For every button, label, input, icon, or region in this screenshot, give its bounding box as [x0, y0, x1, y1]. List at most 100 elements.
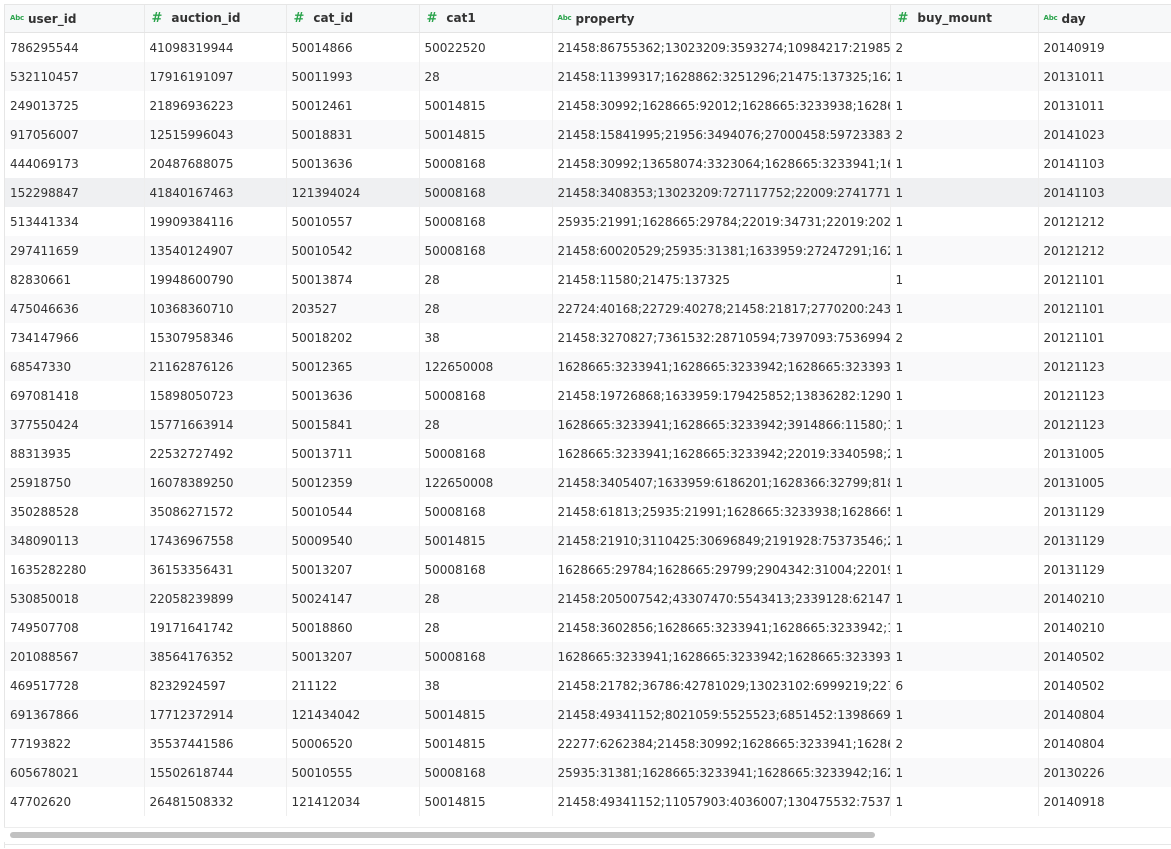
cell-property[interactable]: 21458:11580;21475:137325 [552, 265, 891, 294]
cell-cat-id[interactable]: 50012365 [286, 352, 420, 381]
table-row[interactable]: 88313935 22532727492 50013711 50008168 16286… [5, 439, 1171, 468]
cell-auction-id[interactable]: 15898050723 [144, 381, 287, 410]
cell-day[interactable]: 20140804 [1038, 700, 1171, 729]
cell-cat-id[interactable]: 50010542 [286, 236, 420, 265]
table-row[interactable]: 734147966 15307958346 50018202 38 21458:3270… [5, 323, 1171, 352]
cell-cat1[interactable]: 28 [419, 265, 553, 294]
cell-buy-mount[interactable]: 1 [890, 439, 1039, 468]
cell-user-id[interactable]: 786295544 [5, 32, 145, 62]
cell-user-id[interactable]: 749507708 [5, 613, 145, 642]
cell-day[interactable]: 20121123 [1038, 352, 1171, 381]
data-grid[interactable]: Abc user_id # auction_id # cat_id # cat1 Abc… [4, 4, 1171, 848]
cell-auction-id[interactable]: 41840167463 [144, 178, 287, 207]
column-header-property[interactable]: Abc property [552, 5, 891, 33]
cell-buy-mount[interactable]: 1 [890, 410, 1039, 439]
cell-auction-id[interactable]: 36153356431 [144, 555, 287, 584]
cell-auction-id[interactable]: 17436967558 [144, 526, 287, 555]
table-row[interactable]: 469517728 8232924597 211122 38 21458:21782;3… [5, 671, 1171, 700]
cell-cat-id[interactable]: 50012359 [286, 468, 420, 497]
table-row[interactable]: 297411659 13540124907 50010542 50008168 2145… [5, 236, 1171, 265]
cell-auction-id[interactable]: 19948600790 [144, 265, 287, 294]
cell-auction-id[interactable]: 8232924597 [144, 671, 287, 700]
cell-property[interactable]: 21458:61813;25935:21991;1628665:3233938;… [552, 497, 891, 526]
cell-buy-mount[interactable]: 1 [890, 294, 1039, 323]
cell-buy-mount[interactable]: 1 [890, 642, 1039, 671]
cell-day[interactable]: 20121123 [1038, 381, 1171, 410]
cell-cat-id[interactable]: 50013636 [286, 381, 420, 410]
cell-property[interactable]: 1628665:3233941;1628665:3233942;1628665:… [552, 642, 891, 671]
cell-property[interactable]: 21458:21910;3110425:30696849;2191928:753… [552, 526, 891, 555]
cell-cat1[interactable]: 28 [419, 62, 553, 91]
cell-cat1[interactable]: 50014815 [419, 787, 553, 816]
cell-cat-id[interactable]: 50010544 [286, 497, 420, 526]
table-row[interactable]: 350288528 35086271572 50010544 50008168 2145… [5, 497, 1171, 526]
cell-user-id[interactable]: 444069173 [5, 149, 145, 178]
cell-day[interactable]: 20131005 [1038, 468, 1171, 497]
cell-buy-mount[interactable]: 2 [890, 323, 1039, 352]
table-row[interactable]: 530850018 22058239899 50024147 28 21458:2050… [5, 584, 1171, 613]
cell-day[interactable]: 20131005 [1038, 439, 1171, 468]
cell-auction-id[interactable]: 12515996043 [144, 120, 287, 149]
table-row[interactable]: 25918750 16078389250 50012359 122650008 2145… [5, 468, 1171, 497]
cell-day[interactable]: 20131129 [1038, 497, 1171, 526]
cell-cat1[interactable]: 50008168 [419, 149, 553, 178]
cell-cat1[interactable]: 50014815 [419, 120, 553, 149]
table-row[interactable]: 68547330 21162876126 50012365 122650008 1628… [5, 352, 1171, 381]
cell-buy-mount[interactable]: 1 [890, 149, 1039, 178]
cell-cat-id[interactable]: 50018831 [286, 120, 420, 149]
cell-cat-id[interactable]: 50024147 [286, 584, 420, 613]
cell-day[interactable]: 20140804 [1038, 729, 1171, 758]
cell-property[interactable]: 1628665:3233941;1628665:3233942;1628665:… [552, 352, 891, 381]
cell-cat-id[interactable]: 50009540 [286, 526, 420, 555]
cell-buy-mount[interactable]: 6 [890, 671, 1039, 700]
cell-day[interactable]: 20131129 [1038, 526, 1171, 555]
table-row[interactable]: 47702620 26481508332 121412034 50014815 2145… [5, 787, 1171, 816]
cell-property[interactable]: 1628665:3233941;1628665:3233942;22019:33… [552, 439, 891, 468]
cell-auction-id[interactable]: 13540124907 [144, 236, 287, 265]
cell-user-id[interactable]: 1635282280 [5, 555, 145, 584]
cell-user-id[interactable]: 469517728 [5, 671, 145, 700]
cell-cat1[interactable]: 50008168 [419, 381, 553, 410]
cell-property[interactable]: 21458:86755362;13023209:3593274;10984217… [552, 32, 891, 62]
cell-property[interactable]: 25935:21991;1628665:29784;22019:34731;22… [552, 207, 891, 236]
cell-auction-id[interactable]: 35086271572 [144, 497, 287, 526]
cell-day[interactable]: 20130226 [1038, 758, 1171, 787]
cell-cat1[interactable]: 50008168 [419, 207, 553, 236]
cell-property[interactable]: 21458:3602856;1628665:3233941;1628665:32… [552, 613, 891, 642]
cell-user-id[interactable]: 25918750 [5, 468, 145, 497]
cell-day[interactable]: 20141103 [1038, 178, 1171, 207]
cell-user-id[interactable]: 152298847 [5, 178, 145, 207]
cell-auction-id[interactable]: 15307958346 [144, 323, 287, 352]
cell-day[interactable]: 20140210 [1038, 613, 1171, 642]
cell-cat-id[interactable]: 50013711 [286, 439, 420, 468]
cell-day[interactable]: 20140502 [1038, 671, 1171, 700]
cell-cat1[interactable]: 50008168 [419, 758, 553, 787]
cell-cat-id[interactable]: 211122 [286, 671, 420, 700]
cell-cat-id[interactable]: 50013636 [286, 149, 420, 178]
cell-user-id[interactable]: 377550424 [5, 410, 145, 439]
cell-user-id[interactable]: 917056007 [5, 120, 145, 149]
cell-auction-id[interactable]: 35537441586 [144, 729, 287, 758]
cell-day[interactable]: 20140918 [1038, 787, 1171, 816]
cell-cat1[interactable]: 50008168 [419, 642, 553, 671]
cell-day[interactable]: 20121101 [1038, 323, 1171, 352]
cell-auction-id[interactable]: 41098319944 [144, 32, 287, 62]
cell-cat-id[interactable]: 121412034 [286, 787, 420, 816]
cell-cat1[interactable]: 50008168 [419, 236, 553, 265]
cell-cat1[interactable]: 122650008 [419, 352, 553, 381]
cell-user-id[interactable]: 530850018 [5, 584, 145, 613]
cell-cat-id[interactable]: 50010555 [286, 758, 420, 787]
cell-cat-id[interactable]: 50013207 [286, 555, 420, 584]
cell-day[interactable]: 20140919 [1038, 32, 1171, 62]
cell-cat1[interactable]: 28 [419, 613, 553, 642]
cell-buy-mount[interactable]: 1 [890, 468, 1039, 497]
cell-auction-id[interactable]: 21162876126 [144, 352, 287, 381]
cell-cat1[interactable]: 50008168 [419, 178, 553, 207]
table-row[interactable]: 348090113 17436967558 50009540 50014815 2145… [5, 526, 1171, 555]
cell-user-id[interactable]: 348090113 [5, 526, 145, 555]
column-header-buy-mount[interactable]: # buy_mount [890, 5, 1039, 33]
cell-buy-mount[interactable]: 1 [890, 497, 1039, 526]
cell-cat1[interactable]: 38 [419, 323, 553, 352]
cell-buy-mount[interactable]: 1 [890, 758, 1039, 787]
cell-buy-mount[interactable]: 2 [890, 729, 1039, 758]
